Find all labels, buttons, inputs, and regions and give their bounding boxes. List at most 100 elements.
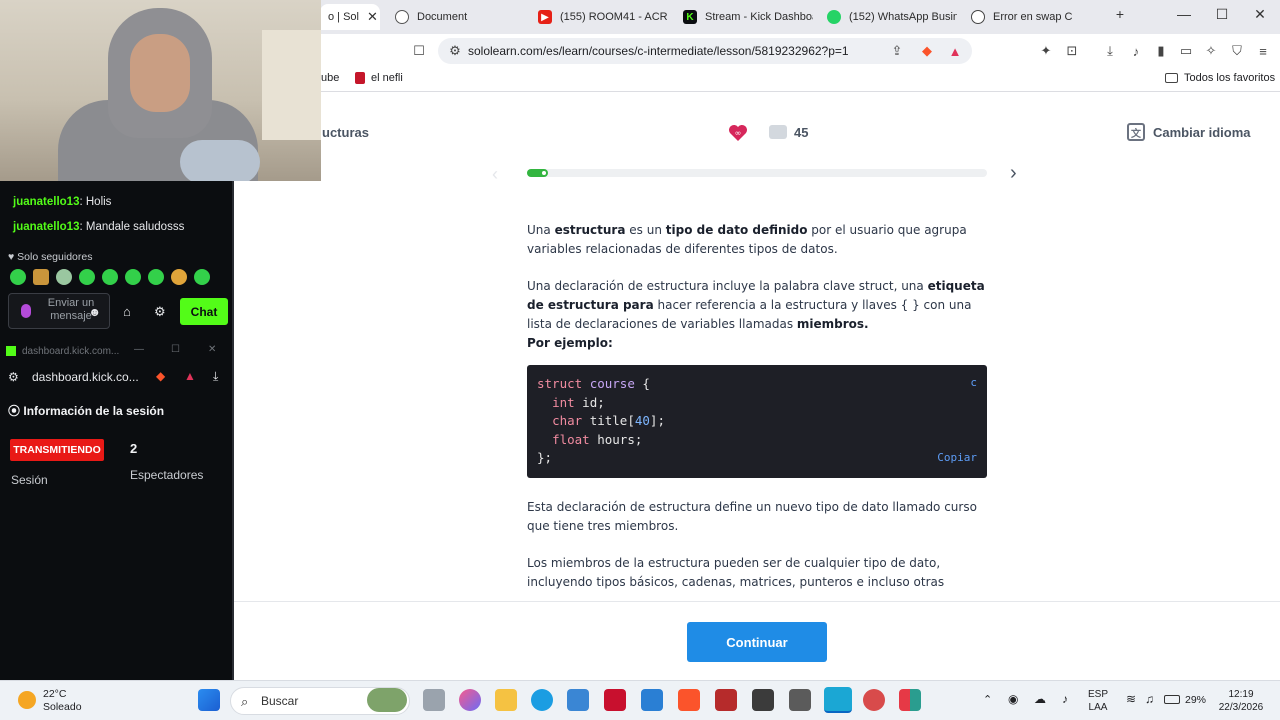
emote-icon[interactable]: [33, 269, 49, 285]
share-icon[interactable]: ⇪: [888, 42, 906, 60]
comment-icon[interactable]: [769, 125, 787, 139]
brave-shields-icon[interactable]: ◆: [156, 369, 165, 383]
close-icon[interactable]: ✕: [367, 9, 378, 25]
edge-icon[interactable]: [531, 689, 553, 711]
back-link[interactable]: ucturas: [322, 125, 369, 140]
input-language[interactable]: ESP LAA: [1088, 688, 1108, 714]
chat-username[interactable]: juanatello13: [13, 221, 79, 233]
network-app-icon[interactable]: [752, 689, 774, 711]
tab-chatgpt[interactable]: Error en swap C: [971, 4, 1101, 30]
windows-start-icon[interactable]: [198, 689, 220, 711]
calculator-icon[interactable]: [789, 689, 811, 711]
bookmark-nefli[interactable]: el nefli: [355, 72, 403, 84]
brave-rewards-icon[interactable]: ▲: [946, 42, 964, 60]
tab-kick[interactable]: K Stream - Kick Dashboa: [683, 4, 813, 30]
site-settings-icon[interactable]: ⚙: [8, 370, 19, 384]
cloud-icon[interactable]: ☁: [1034, 692, 1046, 706]
url-text: sololearn.com/es/learn/courses/c-interme…: [468, 44, 849, 58]
volume-icon[interactable]: ♫: [1145, 692, 1154, 706]
sun-icon[interactable]: [18, 691, 36, 709]
followers-only-notice: ♥ Solo seguidores: [8, 251, 92, 263]
close-icon[interactable]: ✕: [208, 344, 216, 355]
emoji-icon[interactable]: ☻: [88, 305, 101, 319]
keyword: float: [552, 431, 590, 447]
minimize-icon[interactable]: —: [1172, 6, 1196, 22]
continue-button[interactable]: Continuar: [687, 622, 827, 662]
tab-title: o | Sol: [328, 11, 359, 23]
brave-icon[interactable]: [678, 689, 700, 711]
mcafee-icon[interactable]: [604, 689, 626, 711]
tab-youtube[interactable]: ▶ (155) ROOM41 - ACRU: [538, 4, 668, 30]
brave-rewards-icon[interactable]: ▲: [184, 369, 196, 383]
clock[interactable]: 12:19 22/3/2026: [1216, 688, 1266, 714]
store-icon[interactable]: ⌂: [123, 304, 131, 319]
mini-window-url[interactable]: dashboard.kick.co...: [32, 370, 139, 384]
lesson-footer: Continuar: [234, 601, 1280, 680]
ring-app-icon[interactable]: [863, 689, 885, 711]
weather-description[interactable]: Soleado: [43, 701, 82, 713]
tab-document[interactable]: Document: [395, 4, 525, 30]
menu-icon[interactable]: ≡: [1254, 42, 1272, 60]
tab-whatsapp[interactable]: (152) WhatsApp Busine: [827, 4, 957, 30]
store-icon[interactable]: [567, 689, 589, 711]
minimize-icon[interactable]: —: [134, 344, 144, 355]
battery-icon[interactable]: [1164, 695, 1180, 704]
vscode-icon[interactable]: [641, 689, 663, 711]
maximize-icon[interactable]: ☐: [1210, 6, 1234, 23]
emote-icon[interactable]: [194, 269, 210, 285]
maximize-icon[interactable]: ☐: [171, 344, 180, 355]
microphone-icon[interactable]: ♪: [1062, 692, 1068, 706]
chat-input[interactable]: Enviar un mensaje ☻: [8, 293, 110, 329]
download-icon[interactable]: ⤓: [213, 369, 218, 384]
keyword: char: [552, 413, 583, 429]
new-tab-button[interactable]: +: [1108, 6, 1132, 22]
emote-icon[interactable]: [102, 269, 118, 285]
windows-taskbar: 22°C Soleado ⌕ Buscar ⌃ ◉ ☁ ♪ ESP LAA ≋ …: [0, 680, 1280, 720]
leo-icon[interactable]: ✧: [1202, 42, 1220, 60]
weather-temperature[interactable]: 22°C: [43, 688, 66, 700]
change-language-button[interactable]: Cambiar idioma: [1153, 125, 1251, 140]
recorder-icon[interactable]: [715, 689, 737, 711]
active-app-icon[interactable]: [824, 687, 852, 713]
chat-send-button[interactable]: Chat: [180, 298, 228, 325]
microphone-icon[interactable]: [21, 304, 31, 318]
obs-icon[interactable]: ◉: [1008, 692, 1018, 706]
tab-sololearn[interactable]: o | Sol ✕: [320, 4, 380, 30]
emote-icon[interactable]: [56, 269, 72, 285]
file-explorer-icon[interactable]: [495, 689, 517, 711]
gear-icon[interactable]: ⚙: [154, 304, 166, 320]
bookmark-youtube[interactable]: ube: [321, 72, 339, 84]
extensions-icon[interactable]: ✦: [1037, 42, 1055, 60]
heart-icon[interactable]: ∞: [728, 124, 748, 142]
bookmark-icon[interactable]: ☐: [410, 42, 428, 60]
media-icon[interactable]: ♪: [1127, 42, 1145, 60]
copilot-icon[interactable]: [459, 689, 481, 711]
screenshot-icon[interactable]: ⊡: [1063, 42, 1081, 60]
sidebar-icon[interactable]: ▮: [1152, 42, 1170, 60]
tab-title: Error en swap C: [993, 11, 1073, 23]
download-icon[interactable]: ⤓: [1101, 42, 1119, 60]
bookmark-label: ube: [321, 72, 340, 84]
wifi-icon[interactable]: ≋: [1126, 692, 1136, 706]
wallet-icon[interactable]: ▭: [1177, 42, 1195, 60]
translate-icon[interactable]: 文: [1127, 123, 1145, 141]
chevron-left-icon[interactable]: ‹: [492, 164, 498, 185]
emote-icon[interactable]: [148, 269, 164, 285]
emote-icon[interactable]: [125, 269, 141, 285]
chat-username[interactable]: juanatello13: [13, 196, 79, 208]
emote-icon[interactable]: [79, 269, 95, 285]
site-settings-icon[interactable]: ⚙: [446, 42, 464, 60]
emote-icon[interactable]: [171, 269, 187, 285]
emote-icon[interactable]: [10, 269, 26, 285]
chevron-right-icon[interactable]: ›: [1010, 162, 1017, 185]
webcam-person-face: [130, 34, 190, 112]
search-highlight-icon[interactable]: [367, 688, 407, 712]
close-window-icon[interactable]: ✕: [1248, 6, 1272, 23]
multicolor-app-icon[interactable]: [899, 689, 921, 711]
vpn-icon[interactable]: ⛉: [1228, 42, 1246, 60]
brave-shields-icon[interactable]: ◆: [918, 42, 936, 60]
all-favorites-folder[interactable]: Todos los favoritos: [1165, 72, 1275, 84]
copy-code-button[interactable]: Copiar: [937, 449, 977, 468]
chevron-up-icon[interactable]: ⌃: [983, 693, 992, 706]
task-view-icon[interactable]: [423, 689, 445, 711]
